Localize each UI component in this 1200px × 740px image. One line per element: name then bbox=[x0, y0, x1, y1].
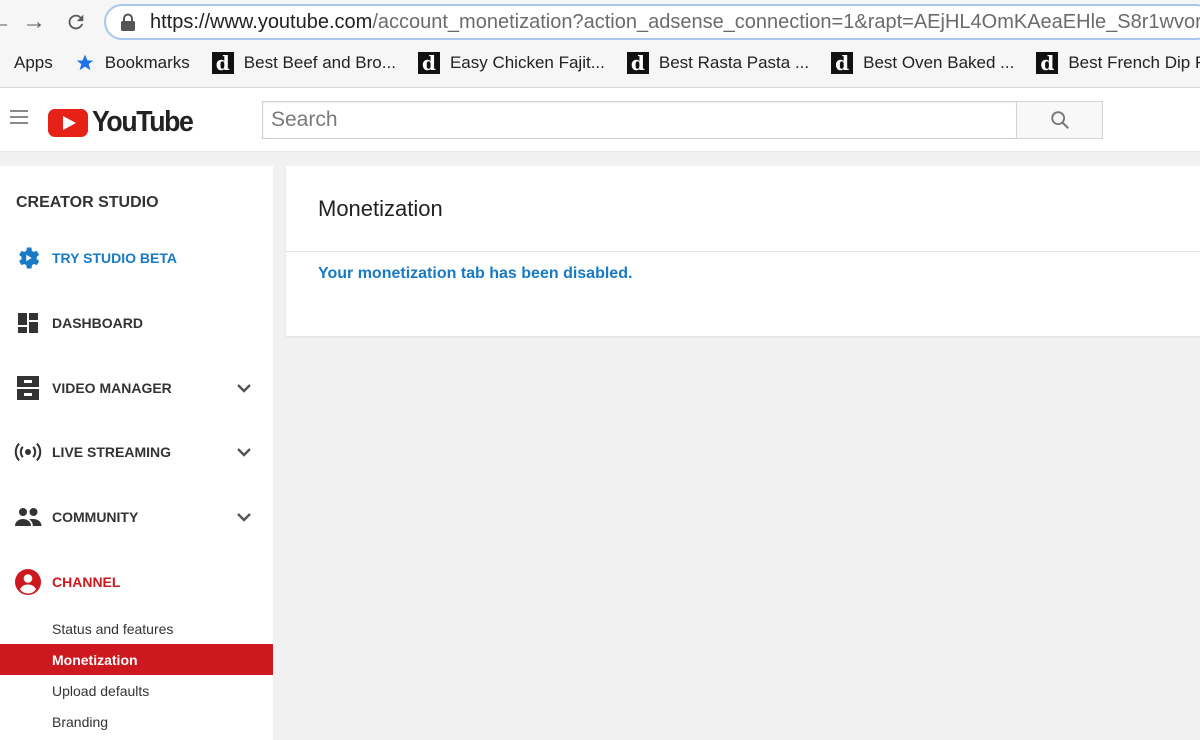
bookmark-label: Bookmarks bbox=[104, 53, 190, 72]
bookmark-item[interactable]: d Best Oven Baked ... bbox=[831, 52, 1014, 74]
d-site-icon: d bbox=[1036, 52, 1059, 74]
browser-chrome: ← → https://www.youtube.com/account_mone… bbox=[0, 0, 1200, 88]
creator-studio-sidebar: CREATOR STUDIO TRY STUDIO BETA DASHBOARD… bbox=[0, 166, 273, 740]
sidebar-item-community[interactable]: COMMUNITY bbox=[0, 497, 273, 537]
subitem-label: Status and features bbox=[52, 620, 174, 637]
sidebar-item-live-streaming[interactable]: LIVE STREAMING bbox=[0, 432, 273, 472]
channel-subitem-status-and-features[interactable]: Status and features bbox=[0, 613, 273, 644]
reload-icon[interactable] bbox=[62, 8, 90, 36]
monetization-disabled-message: Your monetization tab has been disabled. bbox=[318, 265, 633, 282]
search-button[interactable] bbox=[1016, 101, 1103, 139]
sidebar-item-label: COMMUNITY bbox=[52, 509, 139, 525]
bookmark-label: Easy Chicken Fajit... bbox=[449, 53, 605, 72]
d-site-icon: d bbox=[211, 52, 234, 74]
gear-icon bbox=[14, 244, 42, 272]
channel-subitem-upload-defaults[interactable]: Upload defaults bbox=[0, 675, 273, 706]
bookmark-apps[interactable]: Apps bbox=[0, 53, 53, 73]
subitem-label: Upload defaults bbox=[52, 682, 150, 699]
play-logo-icon bbox=[48, 108, 88, 137]
subitem-label: Branding bbox=[52, 713, 109, 730]
back-icon[interactable]: ← bbox=[0, 8, 14, 36]
search-box bbox=[262, 101, 1018, 139]
sidebar-item-label: VIDEO MANAGER bbox=[52, 380, 172, 396]
bookmark-item[interactable]: d Best Rasta Pasta ... bbox=[626, 52, 810, 74]
youtube-header: YouTube bbox=[0, 88, 1200, 152]
d-site-icon: d bbox=[417, 52, 440, 74]
lock-icon bbox=[121, 13, 135, 31]
chevron-down-icon[interactable] bbox=[235, 379, 253, 397]
search-icon bbox=[1050, 111, 1069, 129]
address-bar[interactable]: https://www.youtube.com/account_monetiza… bbox=[104, 4, 1200, 40]
sidebar-title: CREATOR STUDIO bbox=[16, 194, 159, 211]
monetization-card: Monetization Your monetization tab has b… bbox=[286, 166, 1200, 336]
page-title: Monetization bbox=[318, 196, 443, 221]
community-icon bbox=[14, 503, 42, 531]
d-site-icon: d bbox=[831, 52, 854, 74]
browser-toolbar: ← → https://www.youtube.com/account_mone… bbox=[0, 0, 1200, 44]
bookmark-item[interactable]: d Best Beef and Bro... bbox=[211, 52, 396, 74]
chevron-down-icon[interactable] bbox=[235, 443, 253, 461]
chevron-down-icon[interactable] bbox=[235, 508, 253, 526]
sidebar-item-channel[interactable]: CHANNEL bbox=[0, 562, 273, 602]
sidebar-item-video-manager[interactable]: VIDEO MANAGER bbox=[0, 368, 273, 408]
video-manager-icon bbox=[14, 374, 42, 402]
bookmark-label: Best Beef and Bro... bbox=[243, 53, 396, 72]
youtube-logo[interactable]: YouTube bbox=[48, 106, 201, 139]
sidebar-item-label: DASHBOARD bbox=[52, 315, 143, 331]
subitem-label: Monetization bbox=[52, 651, 138, 668]
search-input[interactable] bbox=[263, 102, 1017, 138]
sidebar-item-dashboard[interactable]: DASHBOARD bbox=[0, 303, 273, 343]
channel-icon bbox=[14, 568, 42, 596]
url-host: https://www.youtube.com bbox=[150, 10, 373, 33]
bookmark-item[interactable]: d Easy Chicken Fajit... bbox=[417, 52, 605, 74]
sidebar-item-label: LIVE STREAMING bbox=[52, 444, 172, 460]
bookmark-bookmarks[interactable]: Bookmarks bbox=[75, 53, 190, 73]
bookmark-item[interactable]: d Best French Dip R... bbox=[1036, 52, 1200, 74]
sidebar-item-label: CHANNEL bbox=[52, 574, 121, 590]
url-path: /account_monetization?action_adsense_con… bbox=[372, 10, 1200, 33]
bookmark-label: Apps bbox=[14, 53, 53, 72]
live-streaming-icon bbox=[14, 438, 42, 466]
bookmark-label: Best Oven Baked ... bbox=[863, 53, 1015, 72]
dashboard-icon bbox=[14, 309, 42, 337]
sidebar-item-try-studio-beta[interactable]: TRY STUDIO BETA bbox=[0, 238, 273, 278]
hamburger-menu-icon[interactable] bbox=[10, 110, 28, 126]
forward-icon[interactable]: → bbox=[20, 8, 48, 36]
channel-subitem-branding[interactable]: Branding bbox=[0, 706, 273, 737]
channel-subitem-monetization[interactable]: Monetization bbox=[0, 644, 273, 675]
star-icon bbox=[76, 54, 94, 71]
sidebar-item-label: TRY STUDIO BETA bbox=[52, 250, 177, 266]
logo-text: YouTube bbox=[92, 106, 194, 138]
apps-grid-icon bbox=[0, 54, 14, 72]
divider bbox=[286, 251, 1200, 252]
bookmark-label: Best Rasta Pasta ... bbox=[658, 53, 810, 72]
bookmarks-bar: Apps Bookmarks d Best Beef and Bro... d … bbox=[0, 44, 1200, 82]
bookmark-label: Best French Dip R... bbox=[1068, 53, 1200, 72]
d-site-icon: d bbox=[626, 52, 649, 74]
